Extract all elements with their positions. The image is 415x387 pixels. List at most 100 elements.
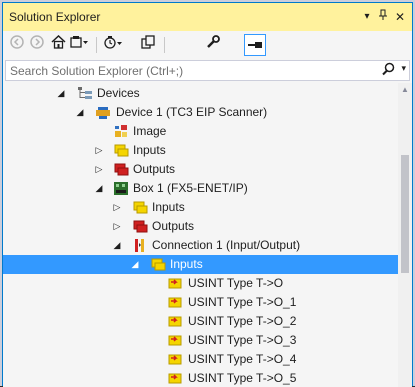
tree-node-connection-1[interactable]: ◢ Connection 1 (Input/Output) (3, 236, 399, 255)
outputs-glyph (114, 163, 129, 176)
magnifier-glyph (382, 62, 395, 76)
input-variable-glyph (168, 335, 182, 346)
expand-arrow-icon[interactable]: ▷ (93, 143, 105, 157)
forward-glyph (30, 35, 44, 49)
search-icon[interactable] (382, 62, 395, 79)
tree-node-label: Inputs (133, 143, 166, 157)
collapse-arrow-icon[interactable]: ◢ (74, 105, 86, 119)
tree-node-label: Inputs (170, 257, 203, 271)
tree-node-box-1-inputs[interactable]: ▷ Inputs (3, 198, 399, 217)
tree-node-variable[interactable]: USINT Type T->O_4 (3, 350, 399, 369)
eip-scanner-glyph (96, 107, 110, 119)
window-frame: Solution Explorer ▾ ✕ Search Solution Ex… (0, 0, 415, 387)
tree-node-variable[interactable]: USINT Type T->O (3, 274, 399, 293)
solution-tree: ◢ Devices ◢ Device 1 (TC3 EIP Scanner) I… (3, 83, 412, 387)
box-glyph (114, 182, 128, 195)
switch-views-glyph (70, 36, 88, 48)
connection-icon (132, 238, 148, 253)
input-variable-glyph (168, 373, 182, 384)
scroll-up-arrow-icon[interactable]: ▲ (401, 85, 409, 94)
image-glyph (115, 125, 127, 137)
sync-glyph (141, 35, 155, 49)
home-icon[interactable] (48, 34, 68, 55)
toolbar-separator (96, 37, 97, 53)
close-icon[interactable]: ✕ (391, 8, 409, 26)
collapse-arrow-icon[interactable]: ◢ (111, 238, 123, 252)
preview-glyph (248, 42, 262, 48)
input-variable-icon (167, 276, 183, 291)
sync-with-active-document-icon[interactable] (138, 35, 158, 55)
solution-explorer-panel: Solution Explorer ▾ ✕ Search Solution Ex… (2, 2, 413, 387)
tree-node-devices[interactable]: ◢ Devices (3, 84, 399, 103)
collapse-arrow-icon[interactable]: ◢ (93, 181, 105, 195)
preview-selected-items-toggle[interactable] (244, 34, 266, 56)
search-box: ▾ (5, 60, 410, 81)
toolbar (3, 31, 412, 59)
tree-node-label: Connection 1 (Input/Output) (152, 238, 301, 252)
search-options-dropdown-icon[interactable]: ▾ (401, 63, 406, 74)
tree-node-variable[interactable]: USINT Type T->O_3 (3, 331, 399, 350)
expand-arrow-icon[interactable]: ▷ (111, 219, 123, 233)
tree-node-label: Outputs (133, 162, 176, 176)
input-variable-icon (167, 295, 183, 310)
scrollbar-thumb[interactable] (401, 155, 409, 273)
properties-wrench-icon[interactable] (203, 35, 223, 55)
outputs-icon (132, 219, 148, 234)
tree-node-label: Outputs (152, 219, 195, 233)
panel-title: Solution Explorer (9, 10, 101, 24)
inputs-icon (113, 143, 129, 158)
tree-node-label: Inputs (152, 200, 185, 214)
tree-node-outputs[interactable]: ▷ Outputs (3, 160, 399, 179)
home-glyph (50, 34, 66, 49)
pending-changes-glyph (104, 36, 122, 49)
back-icon[interactable] (7, 35, 27, 55)
input-variable-glyph (168, 297, 182, 308)
search-input[interactable] (10, 63, 370, 78)
tree-node-device-1[interactable]: ◢ Device 1 (TC3 EIP Scanner) (3, 103, 399, 122)
input-variable-icon (167, 352, 183, 367)
tree-node-label: USINT Type T->O (188, 276, 284, 290)
forward-icon[interactable] (27, 35, 47, 55)
tree-node-label: Device 1 (TC3 EIP Scanner) (116, 105, 268, 119)
collapse-arrow-icon[interactable]: ◢ (55, 86, 67, 100)
connection-glyph (135, 239, 144, 252)
switch-views-icon[interactable] (69, 35, 89, 55)
pending-changes-filter-icon[interactable] (104, 35, 124, 55)
tree-node-image[interactable]: Image (3, 122, 399, 141)
input-variable-icon (167, 333, 183, 348)
input-variable-glyph (168, 354, 182, 365)
tree-node-box-1[interactable]: ◢ Box 1 (FX5-ENET/IP) (3, 179, 399, 198)
box-icon (113, 181, 129, 196)
tree-node-label: USINT Type T->O_3 (188, 333, 297, 347)
inputs-glyph (133, 201, 148, 214)
toolbar-separator (164, 37, 165, 53)
tree-node-inputs[interactable]: ▷ Inputs (3, 141, 399, 160)
devices-glyph (78, 87, 92, 99)
back-glyph (10, 35, 24, 49)
expand-arrow-icon[interactable]: ▷ (93, 162, 105, 176)
tree-node-label: USINT Type T->O_2 (188, 314, 297, 328)
inputs-glyph (151, 258, 166, 271)
tree-node-label: Devices (97, 86, 140, 100)
tree-node-label: Image (133, 124, 167, 138)
tree-node-variable[interactable]: USINT Type T->O_1 (3, 293, 399, 312)
input-variable-icon (167, 371, 183, 386)
inputs-glyph (114, 144, 129, 157)
outputs-glyph (133, 220, 148, 233)
tree-node-variable[interactable]: USINT Type T->O_5 (3, 369, 399, 387)
tree-node-variable[interactable]: USINT Type T->O_2 (3, 312, 399, 331)
tree-node-box-1-outputs[interactable]: ▷ Outputs (3, 217, 399, 236)
expand-arrow-icon[interactable]: ▷ (111, 200, 123, 214)
tree-node-label: USINT Type T->O_4 (188, 352, 297, 366)
wrench-glyph (207, 35, 220, 48)
image-icon (113, 124, 129, 139)
vertical-scrollbar[interactable]: ▲ (398, 83, 412, 387)
tree-node-label: Box 1 (FX5-ENET/IP) (133, 181, 248, 195)
outputs-icon (113, 162, 129, 177)
pin-glyph (379, 9, 387, 20)
tree-node-connection-inputs[interactable]: ◢ Inputs (3, 255, 399, 274)
inputs-icon (150, 257, 166, 272)
pin-icon[interactable] (374, 8, 392, 26)
devices-icon (77, 86, 93, 101)
collapse-arrow-icon[interactable]: ◢ (129, 257, 141, 271)
